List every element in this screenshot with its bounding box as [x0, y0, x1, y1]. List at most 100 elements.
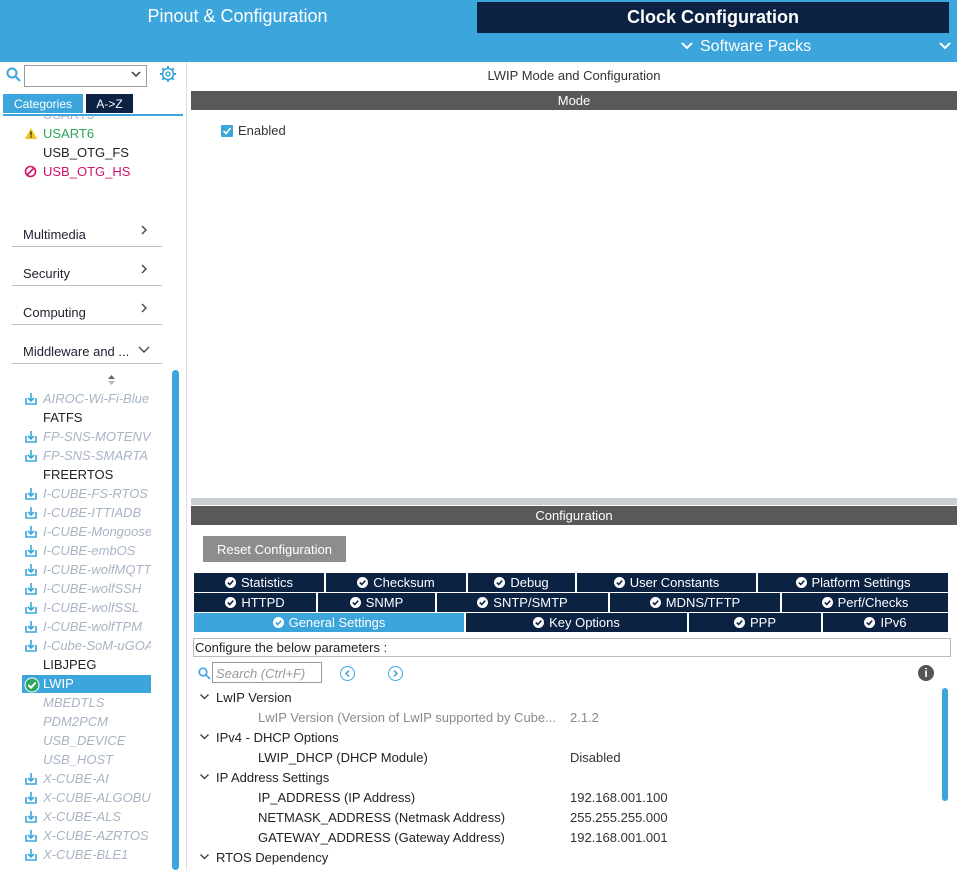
- tab-perf-checks[interactable]: Perf/Checks: [782, 593, 950, 612]
- enabled-checkbox[interactable]: [221, 125, 233, 137]
- list-item-libjpeg[interactable]: LIBJPEG: [43, 657, 151, 672]
- list-item-i-cube-wolfssl[interactable]: I-CUBE-wolfSSL: [43, 600, 151, 615]
- list-item-i-cube-som-ugoa[interactable]: I-Cube-SoM-uGOA: [43, 638, 151, 653]
- chevron-right-icon: [139, 263, 149, 278]
- tab-clock-configuration[interactable]: Clock Configuration: [477, 2, 949, 33]
- tree-param-value[interactable]: 192.168.001.100: [570, 790, 668, 805]
- tab-pinout-configuration[interactable]: Pinout & Configuration: [0, 0, 475, 33]
- tree-param-label[interactable]: NETMASK_ADDRESS (Netmask Address): [258, 810, 505, 825]
- list-item-i-cube-ittiadb[interactable]: I-CUBE-ITTIADB: [43, 505, 151, 520]
- tab-categories[interactable]: Categories: [3, 94, 83, 113]
- gear-icon[interactable]: [159, 65, 177, 83]
- list-item-i-cube-fs-rtos[interactable]: I-CUBE-FS-RTOS: [43, 486, 151, 501]
- search-icon: [198, 667, 211, 680]
- list-item-airoc-wi-fi-blue[interactable]: AIROC-Wi-Fi-Blue: [43, 391, 151, 406]
- category-security[interactable]: Security: [23, 266, 70, 281]
- chevron-down-icon[interactable]: [199, 692, 210, 704]
- tab-key-options[interactable]: Key Options: [466, 613, 689, 632]
- list-item-usb-device[interactable]: USB_DEVICE: [43, 733, 151, 748]
- info-icon[interactable]: i: [918, 665, 934, 681]
- category-multimedia[interactable]: Multimedia: [23, 227, 86, 242]
- tab-debug[interactable]: Debug: [468, 573, 577, 592]
- tree-group[interactable]: IPv4 - DHCP Options: [216, 730, 339, 745]
- left-scrollbar-thumb[interactable]: [172, 370, 179, 870]
- tree-group[interactable]: LwIP Version: [216, 690, 292, 705]
- splitter[interactable]: [191, 498, 957, 505]
- tree-param-value[interactable]: 255.255.255.000: [570, 810, 668, 825]
- tab-sntp-smtp[interactable]: SNTP/SMTP: [437, 593, 610, 612]
- list-item-usb-otg-hs[interactable]: USB_OTG_HS: [43, 164, 151, 179]
- chevron-down-icon[interactable]: [199, 772, 210, 784]
- tab-snmp[interactable]: SNMP: [318, 593, 437, 612]
- list-item-x-cube-als[interactable]: X-CUBE-ALS: [43, 809, 151, 824]
- divider: [12, 363, 162, 364]
- check-circle-icon: [224, 577, 236, 588]
- tab-httpd[interactable]: HTTPD: [194, 593, 318, 612]
- reset-configuration-button[interactable]: Reset Configuration: [203, 536, 346, 562]
- tab-statistics[interactable]: Statistics: [194, 573, 326, 592]
- list-item-lwip[interactable]: LWIP: [43, 676, 151, 691]
- list-item-fatfs[interactable]: FATFS: [43, 410, 151, 425]
- list-item-i-cube-wolfssh[interactable]: I-CUBE-wolfSSH: [43, 581, 151, 596]
- tab-checksum[interactable]: Checksum: [326, 573, 468, 592]
- list-item-x-cube-ble1[interactable]: X-CUBE-BLE1: [43, 847, 151, 862]
- prohibited-icon: [24, 165, 37, 181]
- tab-general-settings[interactable]: General Settings: [194, 613, 466, 632]
- tab-ppp[interactable]: PPP: [689, 613, 823, 632]
- tab-platform-settings[interactable]: Platform Settings: [758, 573, 950, 592]
- tree-param-label[interactable]: IP_ADDRESS (IP Address): [258, 790, 415, 805]
- tree-group[interactable]: RTOS Dependency: [216, 850, 328, 865]
- check-circle-icon: [477, 597, 489, 608]
- list-item-i-cube-embos[interactable]: I-CUBE-embOS: [43, 543, 151, 558]
- check-circle-icon: [733, 617, 745, 628]
- previous-icon[interactable]: [340, 666, 355, 681]
- tab-ipv6[interactable]: IPv6: [823, 613, 950, 632]
- list-item-usb-otg-fs[interactable]: USB_OTG_FS: [43, 145, 151, 160]
- next-icon[interactable]: [388, 666, 403, 681]
- search-input[interactable]: Search (Ctrl+F): [212, 662, 322, 683]
- download-icon: [24, 601, 38, 615]
- list-item-usb-host[interactable]: USB_HOST: [43, 752, 151, 767]
- chevron-down-icon[interactable]: [938, 38, 952, 56]
- download-icon: [24, 582, 38, 596]
- list-item-i-cube-wolfmqtt[interactable]: I-CUBE-wolfMQTT: [43, 562, 151, 577]
- check-circle-icon: [349, 597, 361, 608]
- check-circle-icon: [613, 577, 625, 588]
- tab-mdns-tftp[interactable]: MDNS/TFTP: [610, 593, 782, 612]
- tree-param-label[interactable]: GATEWAY_ADDRESS (Gateway Address): [258, 830, 505, 845]
- tab-label: IPv6: [880, 615, 907, 630]
- chevron-right-icon: [139, 224, 149, 239]
- list-item-i-cube-mongoose[interactable]: I-CUBE-Mongoose: [43, 524, 151, 539]
- tree-param-value[interactable]: 2.1.2: [570, 710, 599, 725]
- category-computing[interactable]: Computing: [23, 305, 86, 320]
- search-combo[interactable]: [24, 65, 147, 87]
- tree-param-label[interactable]: LWIP_DHCP (DHCP Module): [258, 750, 428, 765]
- tab-user-constants[interactable]: User Constants: [577, 573, 758, 592]
- tab-a-z[interactable]: A->Z: [86, 94, 133, 113]
- list-item-i-cube-wolftpm[interactable]: I-CUBE-wolfTPM: [43, 619, 151, 634]
- chevron-down-icon[interactable]: [199, 732, 210, 744]
- download-icon: [24, 848, 38, 862]
- tree-param-value[interactable]: 192.168.001.001: [570, 830, 668, 845]
- software-packs-menu[interactable]: Software Packs: [680, 38, 811, 56]
- list-item-x-cube-algobu[interactable]: X-CUBE-ALGOBU: [43, 790, 151, 805]
- chevron-down-icon: [130, 68, 142, 83]
- list-item-fp-sns-motenv[interactable]: FP-SNS-MOTENV: [43, 429, 151, 444]
- tab-row: Statistics Checksum Debug User Constants Pla…: [194, 573, 950, 592]
- list-item-x-cube-azrtos[interactable]: X-CUBE-AZRTOS: [43, 828, 151, 843]
- list-item-x-cube-ai[interactable]: X-CUBE-AI: [43, 771, 151, 786]
- tree-group[interactable]: IP Address Settings: [216, 770, 329, 785]
- tree-scrollbar-thumb[interactable]: [942, 688, 948, 801]
- category-middleware[interactable]: Middleware and ...: [23, 344, 129, 359]
- tree-param-label[interactable]: LwIP Version (Version of LwIP supported …: [258, 710, 556, 725]
- sort-icon[interactable]: [107, 374, 116, 389]
- list-item-mbedtls[interactable]: MBEDTLS: [43, 695, 151, 710]
- list-item-usart6[interactable]: USART6: [43, 126, 151, 141]
- list-item-freertos[interactable]: FREERTOS: [43, 467, 151, 482]
- list-item-fp-sns-smarta[interactable]: FP-SNS-SMARTA: [43, 448, 151, 463]
- tree-param-value[interactable]: Disabled: [570, 750, 621, 765]
- chevron-down-icon: [680, 38, 694, 56]
- list-item-pdm2pcm[interactable]: PDM2PCM: [43, 714, 151, 729]
- check-circle-icon: [864, 617, 876, 628]
- chevron-down-icon[interactable]: [199, 852, 210, 864]
